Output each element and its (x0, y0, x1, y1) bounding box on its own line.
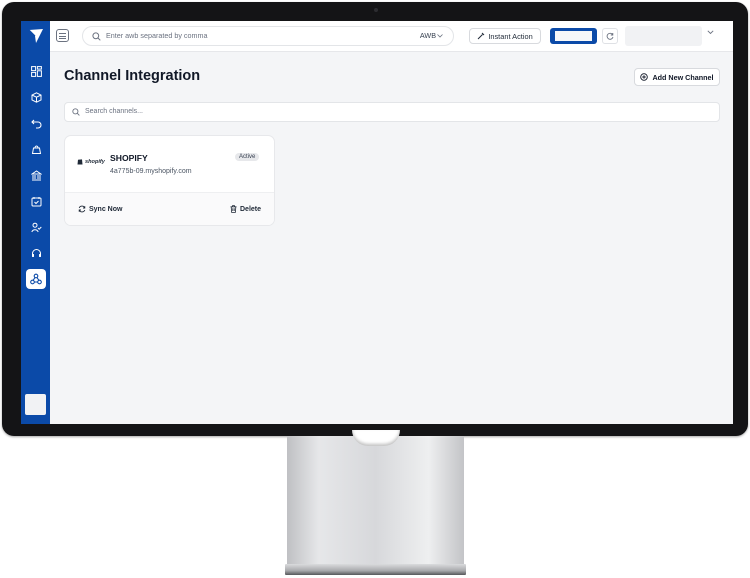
refresh-icon (606, 32, 614, 40)
headset-icon (31, 248, 41, 257)
sidebar-item-dashboard[interactable] (26, 61, 46, 81)
primary-action-button[interactable] (550, 28, 597, 44)
add-channel-label: Add New Channel (652, 72, 714, 82)
user-check-icon (30, 222, 42, 232)
sidebar-item-shop[interactable] (26, 139, 46, 159)
chevron-down-icon[interactable] (707, 30, 714, 35)
plus-circle-icon (640, 73, 649, 81)
page-title: Channel Integration (64, 68, 201, 84)
menu-toggle-icon[interactable] (56, 29, 69, 42)
top-bar: Enter awb separated by comma AWB Instant… (50, 21, 733, 52)
calendar-box-icon (31, 196, 41, 206)
sync-now-label: Sync Now (89, 205, 123, 213)
sync-icon (78, 205, 86, 213)
awb-type-select[interactable]: AWB (420, 31, 443, 40)
search-icon (92, 32, 101, 41)
search-icon (72, 108, 80, 116)
webhook-icon (30, 273, 42, 285)
sidebar-item-orders[interactable] (26, 87, 46, 107)
sidebar (21, 21, 50, 424)
shopify-logo: shopify (77, 158, 105, 165)
wand-icon (477, 32, 485, 40)
monitor-bezel: Enter awb separated by comma AWB Instant… (2, 2, 748, 436)
sync-now-button[interactable]: Sync Now (78, 205, 122, 213)
channel-card-actions: Sync Now Delete (65, 192, 274, 225)
dashboard-icon (30, 65, 42, 77)
awb-search-input[interactable]: Enter awb separated by comma AWB (82, 26, 454, 46)
camera (374, 8, 378, 12)
brand-logo-icon[interactable] (27, 27, 45, 45)
monitor-stand-base (285, 564, 466, 575)
delete-button[interactable]: Delete (230, 205, 261, 213)
channel-card: shopify SHOPIFY 4a775b-09.myshopify.com … (64, 135, 275, 226)
sidebar-item-returns[interactable] (26, 113, 46, 133)
package-icon (31, 91, 41, 103)
instant-action-button[interactable]: Instant Action (469, 28, 541, 44)
channel-name: SHOPIFY (110, 153, 148, 163)
channel-search-input[interactable]: Search channels... (64, 102, 720, 122)
shopping-bag-icon (31, 145, 41, 154)
bank-icon (30, 169, 42, 180)
chevron-down-icon (437, 34, 443, 38)
refresh-button[interactable] (602, 28, 618, 44)
channel-search-placeholder: Search channels... (85, 108, 143, 115)
delete-label: Delete (240, 205, 262, 213)
user-profile-box[interactable] (625, 26, 702, 46)
channel-card-header: shopify SHOPIFY 4a775b-09.myshopify.com … (65, 136, 274, 192)
instant-action-label: Instant Action (488, 31, 533, 41)
returns-icon (30, 119, 41, 129)
sidebar-avatar[interactable] (25, 394, 46, 415)
sidebar-item-pickups[interactable] (26, 191, 46, 211)
shopify-bag-icon (77, 159, 83, 165)
channel-url: 4a775b-09.myshopify.com (110, 168, 192, 175)
status-badge: Active (235, 153, 260, 161)
sidebar-item-integrations[interactable] (26, 269, 46, 289)
monitor-stand (287, 436, 464, 566)
sidebar-item-support[interactable] (26, 243, 46, 263)
sidebar-item-billing[interactable] (26, 165, 46, 185)
sidebar-item-customers[interactable] (26, 217, 46, 237)
trash-icon (230, 205, 237, 213)
app-screen: Enter awb separated by comma AWB Instant… (21, 21, 733, 424)
awb-search-placeholder: Enter awb separated by comma (106, 31, 208, 40)
add-channel-button[interactable]: Add New Channel (634, 68, 720, 86)
